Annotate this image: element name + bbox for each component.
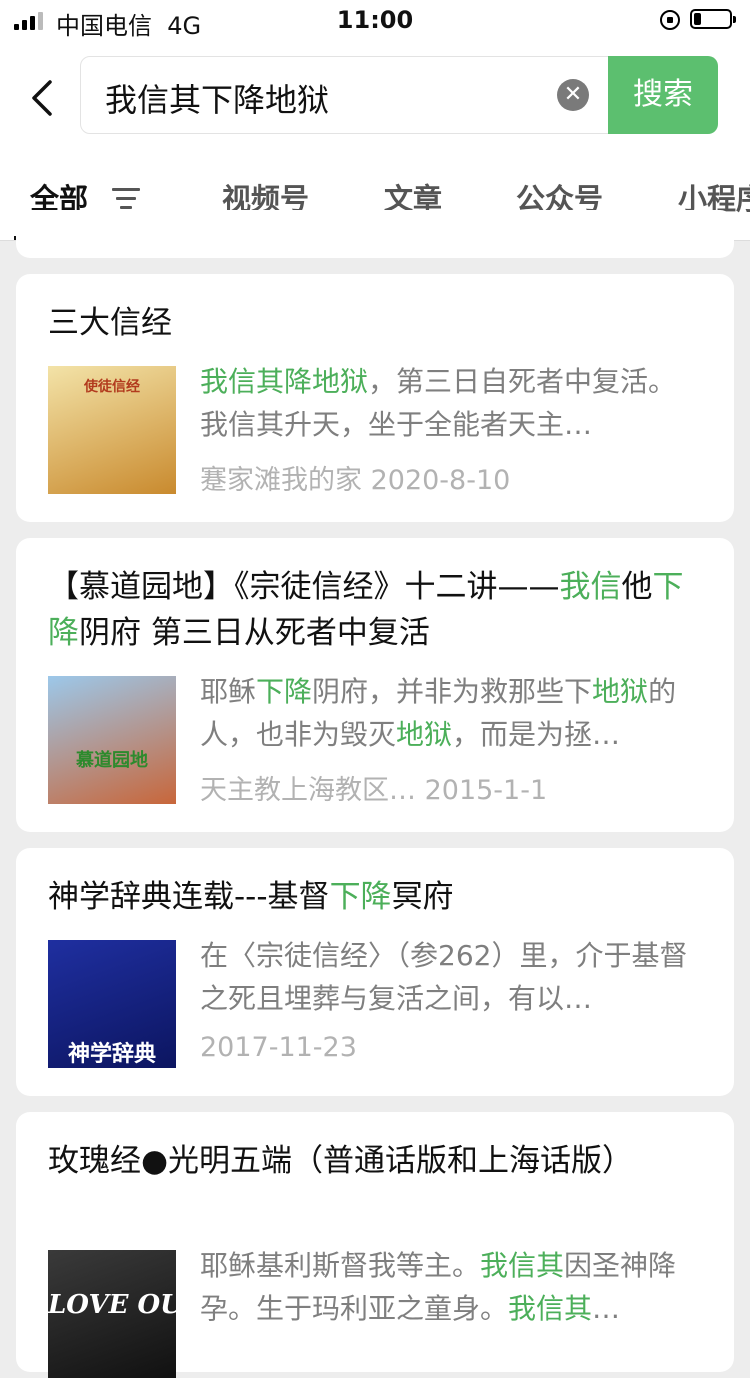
text-segment: 阴府 第三日从死者中复活 — [79, 615, 430, 651]
result-thumbnail: 慕道园地 — [48, 676, 176, 804]
text-segment: 耶稣基利斯督我等主。 — [200, 1249, 481, 1282]
highlight-text: 我信其 — [480, 1249, 565, 1282]
result-snippet: 我信其降地狱，第三日自死者中复活。我信其升天，坐于全能者天主… — [200, 360, 700, 446]
result-card[interactable]: 玫瑰经●光明五端（普通话版和上海话版） LOVE OU 耶稣基利斯督我等主。我信… — [16, 1112, 734, 1378]
thumbnail-caption: 慕道园地 — [76, 750, 148, 771]
highlight-text: 我信 — [559, 569, 622, 605]
search-query-text[interactable]: 我信其下降地狱 — [105, 75, 329, 121]
battery-icon — [690, 9, 736, 29]
filter-icon[interactable] — [112, 186, 142, 210]
text-segment: 冥府 — [391, 879, 454, 915]
thumbnail-caption: 使徒信经 — [84, 379, 140, 395]
result-snippet: 在〈宗徒信经〉（参262）里，介于基督之死且埋葬与复活之间，有以… — [200, 934, 700, 1020]
text-segment: 三大信经 — [48, 305, 172, 341]
clock: 11:00 — [336, 6, 414, 34]
result-snippet: 耶稣基利斯督我等主。我信其因圣神降孕。生于玛利亚之童身。我信其… — [200, 1244, 700, 1330]
search-button[interactable]: 搜索 — [608, 56, 718, 134]
result-snippet: 耶稣下降阴府，并非为救那些下地狱的人，也非为毁灭地狱，而是为拯… — [200, 670, 700, 756]
result-thumbnail: 神学辞典 — [48, 940, 176, 1068]
highlight-text: 我信其 — [508, 1292, 593, 1325]
highlight-text: 地狱 — [396, 718, 453, 751]
result-title: 【慕道园地】《宗徒信经》十二讲——我信他下降阴府 第三日从死者中复活 — [48, 564, 708, 656]
text-segment: 耶稣 — [200, 675, 257, 708]
result-meta: 蹇家滩我的家 2020-8-10 — [200, 465, 511, 496]
result-meta: 天主教上海教区… 2015-1-1 — [200, 775, 548, 806]
text-segment: 阴府，并非为救那些下 — [312, 675, 593, 708]
rotation-lock-icon — [660, 10, 680, 30]
result-meta: 2017-11-23 — [200, 1032, 357, 1063]
highlight-text: 我信其降地狱 — [200, 365, 369, 398]
text-segment: 在〈宗徒信经〉（参262）里，介于基督之死且埋葬与复活之间，有以… — [200, 939, 688, 1015]
result-card[interactable]: 神学辞典连载---基督下降冥府 神学辞典 在〈宗徒信经〉（参262）里，介于基督… — [16, 848, 734, 1096]
result-title: 神学辞典连载---基督下降冥府 — [48, 874, 708, 920]
search-input[interactable]: 我信其下降地狱 ✕ — [80, 56, 610, 134]
text-segment: 【慕道园地】《宗徒信经》十二讲—— — [48, 569, 560, 605]
text-segment: ，而是为拯… — [452, 718, 621, 751]
text-segment: 他 — [621, 569, 653, 605]
highlight-text: 地狱 — [592, 675, 649, 708]
result-card[interactable]: 三大信经 使徒信经 我信其降地狱，第三日自死者中复活。我信其升天，坐于全能者天主… — [16, 274, 734, 522]
result-thumbnail: 使徒信经 — [48, 366, 176, 494]
text-segment: 玫瑰经●光明五端（普通话版和上海话版） — [48, 1143, 634, 1179]
clear-icon[interactable]: ✕ — [557, 79, 589, 111]
result-title: 玫瑰经●光明五端（普通话版和上海话版） — [48, 1138, 708, 1184]
result-title: 三大信经 — [48, 300, 708, 346]
highlight-text: 下降 — [329, 879, 392, 915]
result-card-partial[interactable] — [16, 210, 734, 258]
result-thumbnail: LOVE OU — [48, 1250, 176, 1378]
result-card[interactable]: 【慕道园地】《宗徒信经》十二讲——我信他下降阴府 第三日从死者中复活 慕道园地 … — [16, 538, 734, 832]
text-segment: 神学辞典连载---基督 — [48, 879, 330, 915]
back-arrow-icon[interactable] — [26, 78, 62, 118]
thumbnail-caption: LOVE OU — [48, 1290, 176, 1320]
text-segment: … — [592, 1292, 621, 1325]
status-bar: 中国电信 4G 11:00 — [0, 0, 750, 40]
highlight-text: 下降 — [256, 675, 313, 708]
thumbnail-caption: 神学辞典 — [67, 1041, 156, 1067]
